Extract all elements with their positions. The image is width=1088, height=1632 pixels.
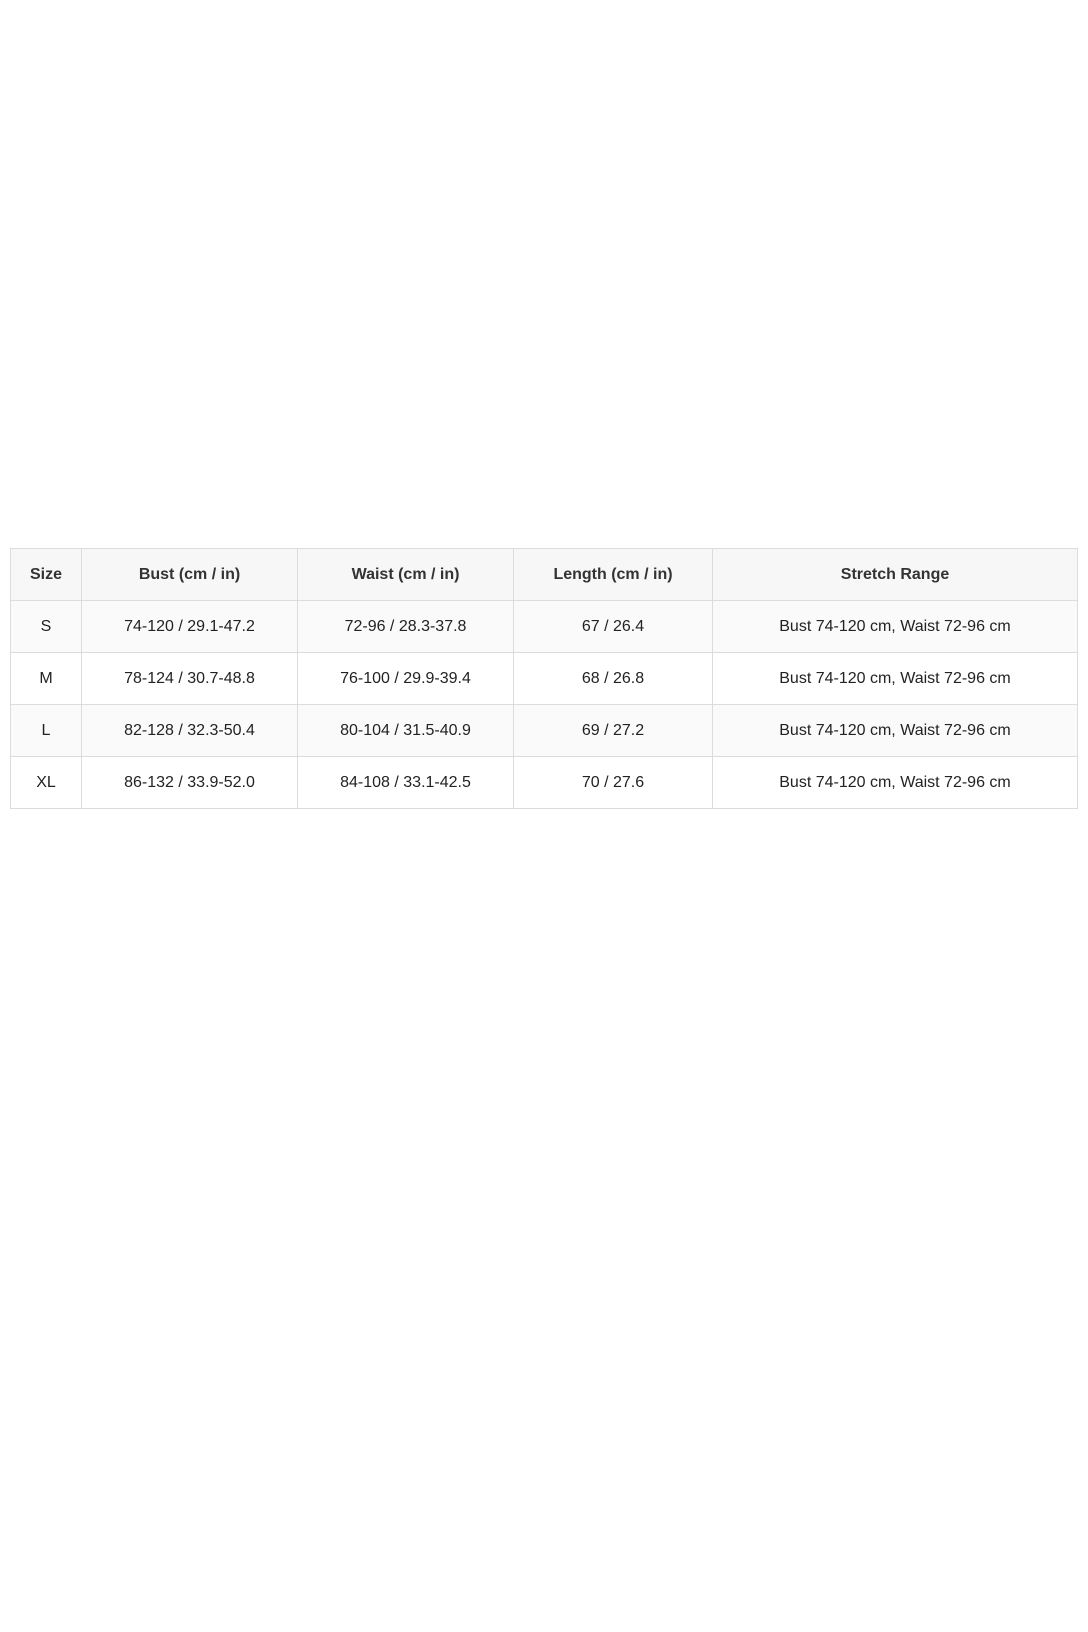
cell-bust: 86-132 / 33.9-52.0	[81, 756, 298, 809]
header-bust: Bust (cm / in)	[81, 548, 298, 601]
cell-length: 70 / 27.6	[513, 756, 713, 809]
cell-stretch-range: Bust 74-120 cm, Waist 72-96 cm	[712, 704, 1078, 757]
cell-size: XL	[10, 756, 82, 809]
cell-stretch-range: Bust 74-120 cm, Waist 72-96 cm	[712, 600, 1078, 653]
cell-length: 68 / 26.8	[513, 652, 713, 705]
size-chart-table: Size Bust (cm / in) Waist (cm / in) Leng…	[10, 548, 1078, 809]
table-header-row: Size Bust (cm / in) Waist (cm / in) Leng…	[10, 548, 1078, 601]
cell-waist: 72-96 / 28.3-37.8	[297, 600, 514, 653]
cell-size: S	[10, 600, 82, 653]
cell-stretch-range: Bust 74-120 cm, Waist 72-96 cm	[712, 652, 1078, 705]
table-row: XL 86-132 / 33.9-52.0 84-108 / 33.1-42.5…	[10, 756, 1078, 809]
cell-stretch-range: Bust 74-120 cm, Waist 72-96 cm	[712, 756, 1078, 809]
cell-length: 67 / 26.4	[513, 600, 713, 653]
table-row: L 82-128 / 32.3-50.4 80-104 / 31.5-40.9 …	[10, 704, 1078, 757]
table-row: M 78-124 / 30.7-48.8 76-100 / 29.9-39.4 …	[10, 652, 1078, 705]
cell-waist: 84-108 / 33.1-42.5	[297, 756, 514, 809]
table-row: S 74-120 / 29.1-47.2 72-96 / 28.3-37.8 6…	[10, 600, 1078, 653]
header-waist: Waist (cm / in)	[297, 548, 514, 601]
cell-size: L	[10, 704, 82, 757]
header-stretch-range: Stretch Range	[712, 548, 1078, 601]
cell-bust: 78-124 / 30.7-48.8	[81, 652, 298, 705]
header-size: Size	[10, 548, 82, 601]
cell-size: M	[10, 652, 82, 705]
cell-waist: 76-100 / 29.9-39.4	[297, 652, 514, 705]
cell-bust: 82-128 / 32.3-50.4	[81, 704, 298, 757]
cell-waist: 80-104 / 31.5-40.9	[297, 704, 514, 757]
cell-bust: 74-120 / 29.1-47.2	[81, 600, 298, 653]
header-length: Length (cm / in)	[513, 548, 713, 601]
cell-length: 69 / 27.2	[513, 704, 713, 757]
